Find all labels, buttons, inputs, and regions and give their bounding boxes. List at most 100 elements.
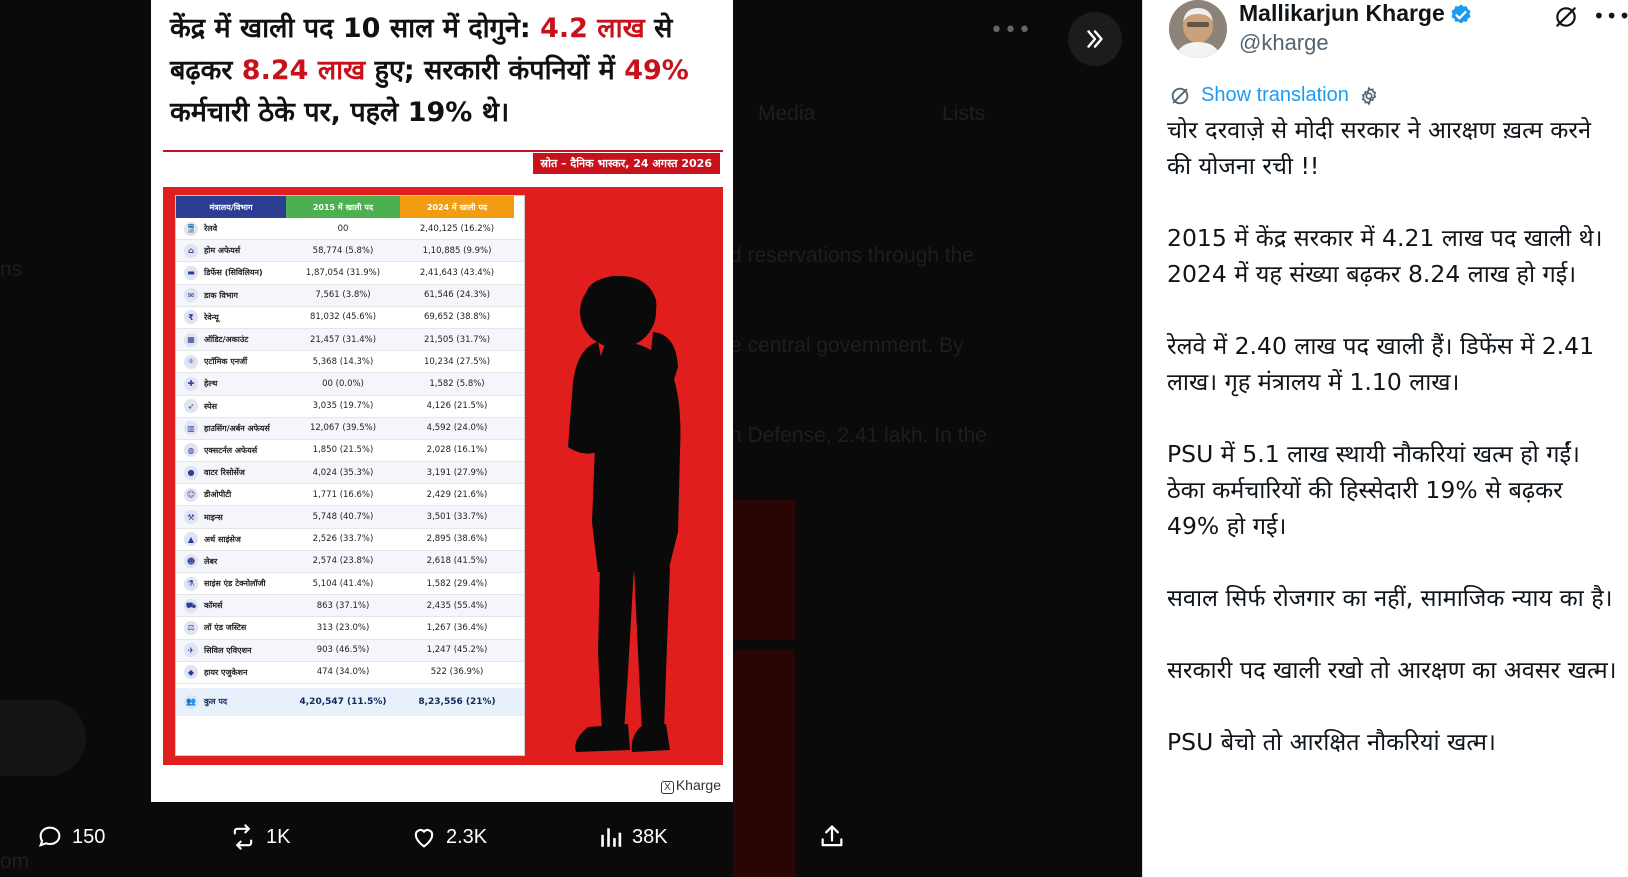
person-icon: ☺ — [184, 487, 198, 502]
department-cell: ✚ हेल्थ — [176, 376, 286, 391]
table-row: ☻ लेबर 2,574 (23.8%) 2,618 (41.5%) — [176, 550, 524, 573]
home-icon: ⌂ — [184, 243, 198, 258]
bg-tab-lists: Lists — [942, 102, 986, 125]
vacancy-2015-cell: 313 (23.0%) — [316, 622, 370, 633]
department-cell: ▲ अर्थ साइंसेज — [176, 532, 286, 547]
table-row: ✉ डाक विभाग 7,561 (3.8%) 61,546 (24.3%) — [176, 284, 524, 307]
bg-image-fragment — [733, 650, 795, 877]
settings-gear-icon[interactable] — [1359, 85, 1379, 106]
vacancy-2024-cell: 3,191 (27.9%) — [426, 467, 488, 478]
more-options-icon[interactable]: ••• — [990, 18, 1032, 43]
rocket-icon: ➶ — [184, 399, 198, 414]
department-name: कॉमर्स — [204, 601, 223, 611]
vacancy-2024-cell: 3,501 (33.7%) — [426, 512, 488, 523]
department-name: वाटर रिसोर्सेज — [204, 468, 245, 478]
department-cell: ◍ एक्सटर्नल अफेयर्स — [176, 443, 286, 458]
cart-icon: ⛟ — [184, 598, 198, 613]
department-cell: ✉ डाक विभाग — [176, 288, 286, 303]
table-row: ☺ डीओपीटी 1,771 (16.6%) 2,429 (21.6%) — [176, 484, 524, 507]
table-row: ▦ ऑडिट/अकाउंट 21,457 (31.4%) 21,505 (31.7%) — [176, 328, 524, 352]
vacancy-2024-cell: 1,247 (45.2%) — [426, 645, 488, 656]
views-button[interactable]: 38K — [598, 820, 668, 854]
grok-icon[interactable] — [1553, 4, 1579, 30]
x-logo-icon: X — [661, 781, 674, 794]
bg-image-fragment — [733, 500, 795, 640]
department-name: साइंस एंड टेक्नोलॉजी — [204, 579, 266, 589]
post-image[interactable]: केंद्र में खाली पद 10 साल में दोगुने: 4.… — [151, 0, 733, 802]
total-label: कुल पद — [204, 697, 228, 707]
revenue-icon: ₹ — [184, 310, 198, 325]
reply-icon — [39, 826, 61, 847]
department-name: सिविल एविएशन — [204, 645, 252, 655]
views-count: 38K — [632, 825, 668, 848]
double-chevron-right-icon — [1087, 30, 1103, 48]
department-cell: ▥ हाउसिंग/अर्बन अफेयर्स — [176, 421, 286, 436]
building-icon: ▥ — [184, 421, 198, 436]
table-header-department: मंत्रालय/विभाग — [176, 196, 286, 218]
vacancy-2015-cell: 81,032 (45.6%) — [309, 312, 377, 323]
vacancy-2024-cell: 2,429 (21.6%) — [426, 489, 488, 500]
department-cell: ☺ डीओपीटी — [176, 487, 286, 502]
show-translation-link[interactable]: Show translation — [1201, 84, 1349, 107]
department-cell: ◆ हायर एजुकेशन — [176, 665, 286, 680]
department-cell: 🚆 रेलवे — [176, 221, 286, 236]
vacancy-2015-cell: 00 — [337, 223, 349, 234]
table-row: ▬ डिफेंस (सिविलियन) 1,87,054 (31.9%) 2,41,6… — [176, 262, 524, 285]
vacancy-2024-cell: 10,234 (27.5%) — [423, 356, 491, 367]
author-name[interactable]: Mallikarjun Kharge — [1239, 0, 1445, 27]
pickaxe-icon: ⚒ — [184, 510, 198, 525]
department-name: एक्सटर्नल अफेयर्स — [204, 445, 258, 455]
post-sidebar: Mallikarjun Kharge @kharge ••• Show tran… — [1142, 0, 1628, 877]
department-cell: ⚛ एटॉमिक एनर्जी — [176, 354, 286, 369]
department-name: हाउसिंग/अर्बन अफेयर्स — [204, 423, 270, 433]
tank-icon: ▬ — [184, 265, 198, 280]
like-button[interactable]: 2.3K — [410, 820, 487, 854]
vacancy-2024-cell: 21,505 (31.7%) — [423, 334, 491, 345]
vacancy-2015-cell: 1,771 (16.6%) — [312, 489, 374, 500]
department-cell: ✈ सिविल एविएशन — [176, 643, 286, 658]
more-options-icon[interactable]: ••• — [1593, 4, 1628, 28]
table-row: ⚖ लॉ एंड जस्टिस 313 (23.0%) 1,267 (36.4%) — [176, 617, 524, 640]
vacancy-2024-cell: 61,546 (24.3%) — [423, 290, 491, 301]
vacancy-2024-cell: 4,126 (21.5%) — [426, 401, 488, 412]
table-total-row: 👥 कुल पद 4,20,547 (11.5%) 8,23,556 (21%) — [176, 687, 524, 716]
translation-bar: Show translation — [1169, 84, 1379, 107]
headline-highlight: 8.24 लाख — [241, 55, 366, 86]
headline-text: हुए; सरकारी कंपनियों में — [365, 55, 625, 86]
headline-highlight: 49% — [624, 55, 689, 86]
vacancy-2024-cell: 1,10,885 (9.9%) — [422, 245, 492, 256]
author-handle[interactable]: @kharge — [1239, 30, 1329, 56]
vacancy-2024-cell: 2,895 (38.6%) — [426, 534, 488, 545]
department-name: हेल्थ — [204, 379, 218, 389]
worker-icon: ☻ — [184, 554, 198, 569]
department-name: डिफेंस (सिविलियन) — [204, 268, 263, 278]
post-paragraph: रेलवे में 2.40 लाख पद खाली हैं। डिफेंस म… — [1167, 332, 1595, 396]
vacancy-2024-cell: 69,652 (38.8%) — [423, 312, 491, 323]
table-row: ▥ हाउसिंग/अर्बन अफेयर्स 12,067 (39.5%) 4,59… — [176, 417, 524, 440]
vacancy-2015-cell: 1,87,054 (31.9%) — [305, 267, 381, 278]
vacancy-2015-cell: 863 (37.1%) — [316, 600, 370, 611]
department-name: रेवेन्यू — [204, 312, 219, 322]
vacancy-2024-cell: 4,592 (24.0%) — [426, 423, 488, 434]
department-name: रेलवे — [204, 224, 218, 234]
reply-button[interactable]: 150 — [36, 820, 105, 854]
vacancy-2024-cell: 2,028 (16.1%) — [426, 445, 488, 456]
vacancy-2015-cell: 7,561 (3.8%) — [315, 290, 371, 301]
department-name: ऑडिट/अकाउंट — [204, 335, 249, 345]
vacancy-2015-cell: 00 (0.0%) — [322, 378, 364, 389]
bg-text-edge: om — [0, 850, 30, 873]
post-paragraph: 2015 में केंद्र सरकार में 4.21 लाख पद खा… — [1167, 224, 1603, 288]
vacancy-2024-cell: 2,618 (41.5%) — [426, 556, 488, 567]
vacancy-2015-cell: 2,526 (33.7%) — [312, 534, 374, 545]
table-row: ➶ स्पेस 3,035 (19.7%) 4,126 (21.5%) — [176, 396, 524, 418]
share-button[interactable] — [818, 820, 846, 854]
repost-button[interactable]: 1K — [228, 820, 290, 854]
distressed-man-silhouette — [568, 275, 681, 752]
table-body: 🚆 रेलवे 00 2,40,125 (16.2%) ⌂ होम अफेयर्स 58,7… — [176, 218, 524, 684]
expand-sidebar-button[interactable] — [1068, 12, 1122, 66]
vacancy-2015-cell: 2,574 (23.8%) — [312, 556, 374, 567]
flask-icon: ⚗ — [184, 576, 198, 591]
avatar[interactable] — [1169, 0, 1227, 58]
reply-count: 150 — [72, 825, 106, 848]
repost-icon — [233, 824, 253, 850]
